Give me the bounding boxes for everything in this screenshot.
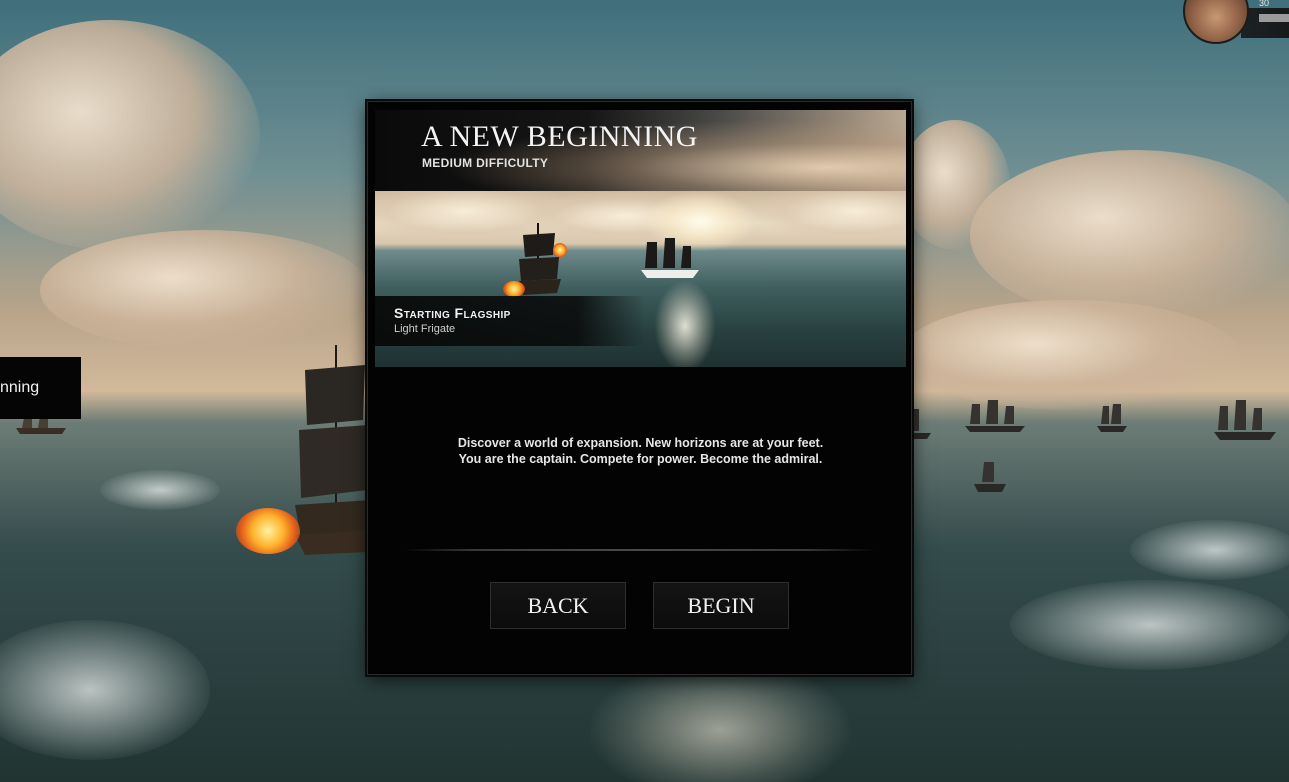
mission-title: A NEW BEGINNING [421,120,698,153]
begin-button[interactable]: BEGIN [653,582,789,629]
cannon-explosion [553,243,567,257]
ship-icon [1097,404,1127,432]
mission-description: Discover a world of expansion. New horiz… [368,436,913,467]
back-button[interactable]: BACK [490,582,626,629]
player-level: 30 [1259,0,1270,8]
captain-avatar[interactable] [1183,0,1249,44]
cloud [0,20,260,250]
cloud [970,150,1289,320]
sea-foam [100,470,220,510]
sun-glint [655,281,715,367]
ship-icon [965,400,1025,432]
flagship-type: Light Frigate [394,323,456,335]
sun-reflection [590,660,850,782]
description-line: You are the captain. Compete for power. … [458,451,823,466]
sea-foam [0,620,210,760]
ship-icon [16,416,66,434]
cloud [755,191,906,241]
cloud [40,230,370,350]
side-menu-tab[interactable]: nning [0,357,81,419]
divider [404,549,876,551]
cannon-explosion [236,508,300,554]
portrait-progress-bar [1259,14,1289,22]
mission-dialog: A NEW BEGINNING MEDIUM DIFFICULTY Starti… [367,101,912,675]
dialog-header-banner: A NEW BEGINNING MEDIUM DIFFICULTY [375,110,906,192]
side-menu-tab-label: nning [0,379,40,396]
ship-icon [1214,400,1276,440]
cannon-explosion [503,281,525,297]
cloud [900,300,1240,410]
flagship-label: Starting Flagship [394,305,511,321]
mission-difficulty: MEDIUM DIFFICULTY [422,156,549,170]
player-portrait-widget[interactable]: 30 [1179,0,1289,56]
ship-icon [641,238,699,278]
sea-foam [1010,580,1289,670]
ship-icon [974,462,1006,492]
sea-foam [1130,520,1289,580]
flagship-info-panel: Starting Flagship Light Frigate [375,296,645,346]
flagship-preview-image: Starting Flagship Light Frigate [375,191,906,367]
description-line: Discover a world of expansion. New horiz… [457,436,824,450]
